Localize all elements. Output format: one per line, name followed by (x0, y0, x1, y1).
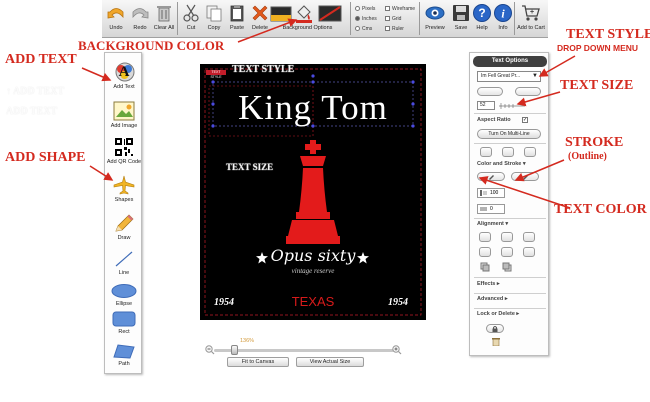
ghost-annotation: TEXT STYLE (232, 64, 295, 75)
annotation-text-style-sub: DROP DOWN MENU (557, 43, 639, 53)
ghost-annotation: ADD TEXT (6, 106, 58, 117)
annotation-stroke-sub: (Outline) (568, 151, 607, 162)
annotation-background-color: BACKGROUND COLOR (78, 38, 225, 53)
annotation-arrows (81, 18, 576, 209)
design-editor-screenshot: Undo Redo Clear All Cut Copy Paste Delet… (0, 0, 650, 402)
annotation-text-size: TEXT SIZE (560, 78, 634, 93)
annotation-add-shape: ADD SHAPE (5, 150, 86, 165)
ghost-annotation: TEXT SIZE (226, 162, 274, 172)
annotation-text-color: TEXT COLOR (554, 202, 647, 217)
ghost-annotation: ↑ ADD TEXT (6, 86, 65, 97)
annotation-text-style: TEXT STYLE (566, 27, 650, 42)
annotation-add-text: ADD TEXT (5, 52, 77, 67)
annotation-stroke: STROKE (565, 135, 624, 150)
